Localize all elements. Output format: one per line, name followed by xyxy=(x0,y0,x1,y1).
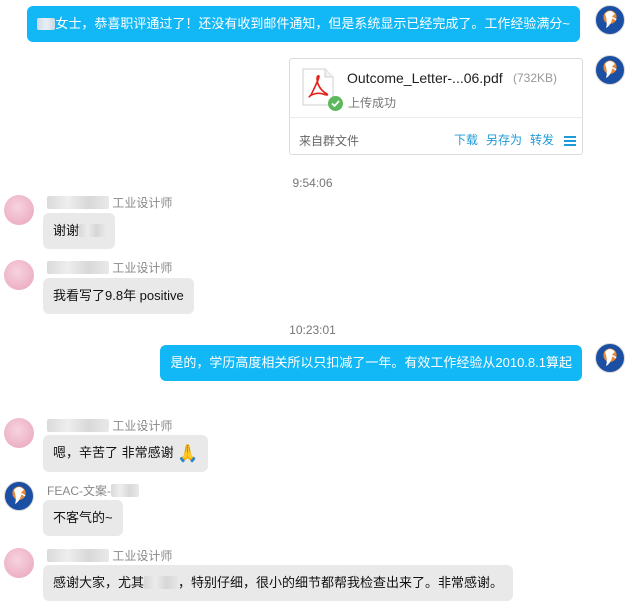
redacted-name xyxy=(47,549,109,562)
incoming-message: 感谢大家，尤其 ，特别仔细，很小的细节都帮我检查出来了。非常感谢。 xyxy=(43,565,514,601)
file-card[interactable]: Outcome_Letter-...06.pdf (732KB) 上传成功 来自… xyxy=(289,58,583,155)
sender-name: 工业设计师 xyxy=(47,547,172,564)
user-avatar[interactable] xyxy=(4,195,34,225)
incoming-message: 嗯，辛苦了 非常感谢 🙏 xyxy=(43,435,209,472)
sender-prefix: FEAC-文案- xyxy=(47,484,111,498)
file-name[interactable]: Outcome_Letter-...06.pdf xyxy=(347,70,503,86)
upload-status: 上传成功 xyxy=(348,96,397,110)
incoming-message: 谢谢 xyxy=(43,213,116,249)
sender-name: 工业设计师 xyxy=(47,259,172,276)
sender-name: FEAC-文案- xyxy=(47,482,139,499)
sender-name: 工业设计师 xyxy=(47,417,172,434)
user-avatar[interactable] xyxy=(4,260,34,290)
redacted-name xyxy=(79,224,106,237)
folded-hands-emoji: 🙏 xyxy=(177,444,199,463)
incoming-message: 不客气的~ xyxy=(43,500,123,536)
sender-role: 工业设计师 xyxy=(112,196,173,210)
message-text: 嗯，辛苦了 非常感谢 xyxy=(53,445,174,460)
redacted-name xyxy=(144,576,179,589)
timestamp: 10:23:01 xyxy=(289,323,336,337)
feac-avatar[interactable] xyxy=(595,55,625,85)
redacted-name xyxy=(47,419,109,432)
redacted-name xyxy=(47,261,109,274)
download-link[interactable]: 下载 xyxy=(454,131,478,148)
message-text: 是的，学历高度相关所以只扣减了一年。有效工作经验从2010.8.1算起 xyxy=(170,355,572,370)
check-circle-icon xyxy=(328,96,343,111)
redacted-name xyxy=(37,18,56,30)
sender-role: 工业设计师 xyxy=(112,261,173,275)
user-avatar[interactable] xyxy=(4,418,34,448)
feac-avatar[interactable] xyxy=(595,5,625,35)
feac-avatar[interactable] xyxy=(595,343,625,373)
save-as-link[interactable]: 另存为 xyxy=(486,131,522,148)
timestamp: 9:54:06 xyxy=(292,176,333,190)
outgoing-message: 女士，恭喜职评通过了！还没有收到邮件通知，但是系统显示已经完成了。工作经验满分~ xyxy=(27,6,580,42)
user-avatar[interactable] xyxy=(4,548,34,578)
file-size: (732KB) xyxy=(513,71,558,85)
feac-avatar[interactable] xyxy=(4,481,34,511)
divider xyxy=(290,117,582,118)
incoming-message: 我看写了9.8年 positive xyxy=(43,278,194,314)
message-text: 女士，恭喜职评通过了！还没有收到邮件通知，但是系统显示已经完成了。工作经验满分~ xyxy=(55,16,570,31)
forward-link[interactable]: 转发 xyxy=(530,131,554,148)
redacted-name xyxy=(47,196,109,209)
sender-role: 工业设计师 xyxy=(112,419,173,433)
message-text: 感谢大家，尤其 xyxy=(53,575,145,590)
message-text: 不客气的~ xyxy=(53,510,113,525)
redacted-name xyxy=(111,484,139,497)
menu-icon[interactable] xyxy=(564,134,576,146)
sender-name: 工业设计师 xyxy=(47,194,172,211)
outgoing-message: 是的，学历高度相关所以只扣减了一年。有效工作经验从2010.8.1算起 xyxy=(160,345,582,381)
file-source: 来自群文件 xyxy=(299,134,360,148)
message-text: 谢谢 xyxy=(53,223,80,238)
message-text: 我看写了9.8年 positive xyxy=(53,288,184,303)
message-text: ，特别仔细，很小的细节都帮我检查出来了。非常感谢。 xyxy=(178,575,504,590)
sender-role: 工业设计师 xyxy=(112,549,173,563)
